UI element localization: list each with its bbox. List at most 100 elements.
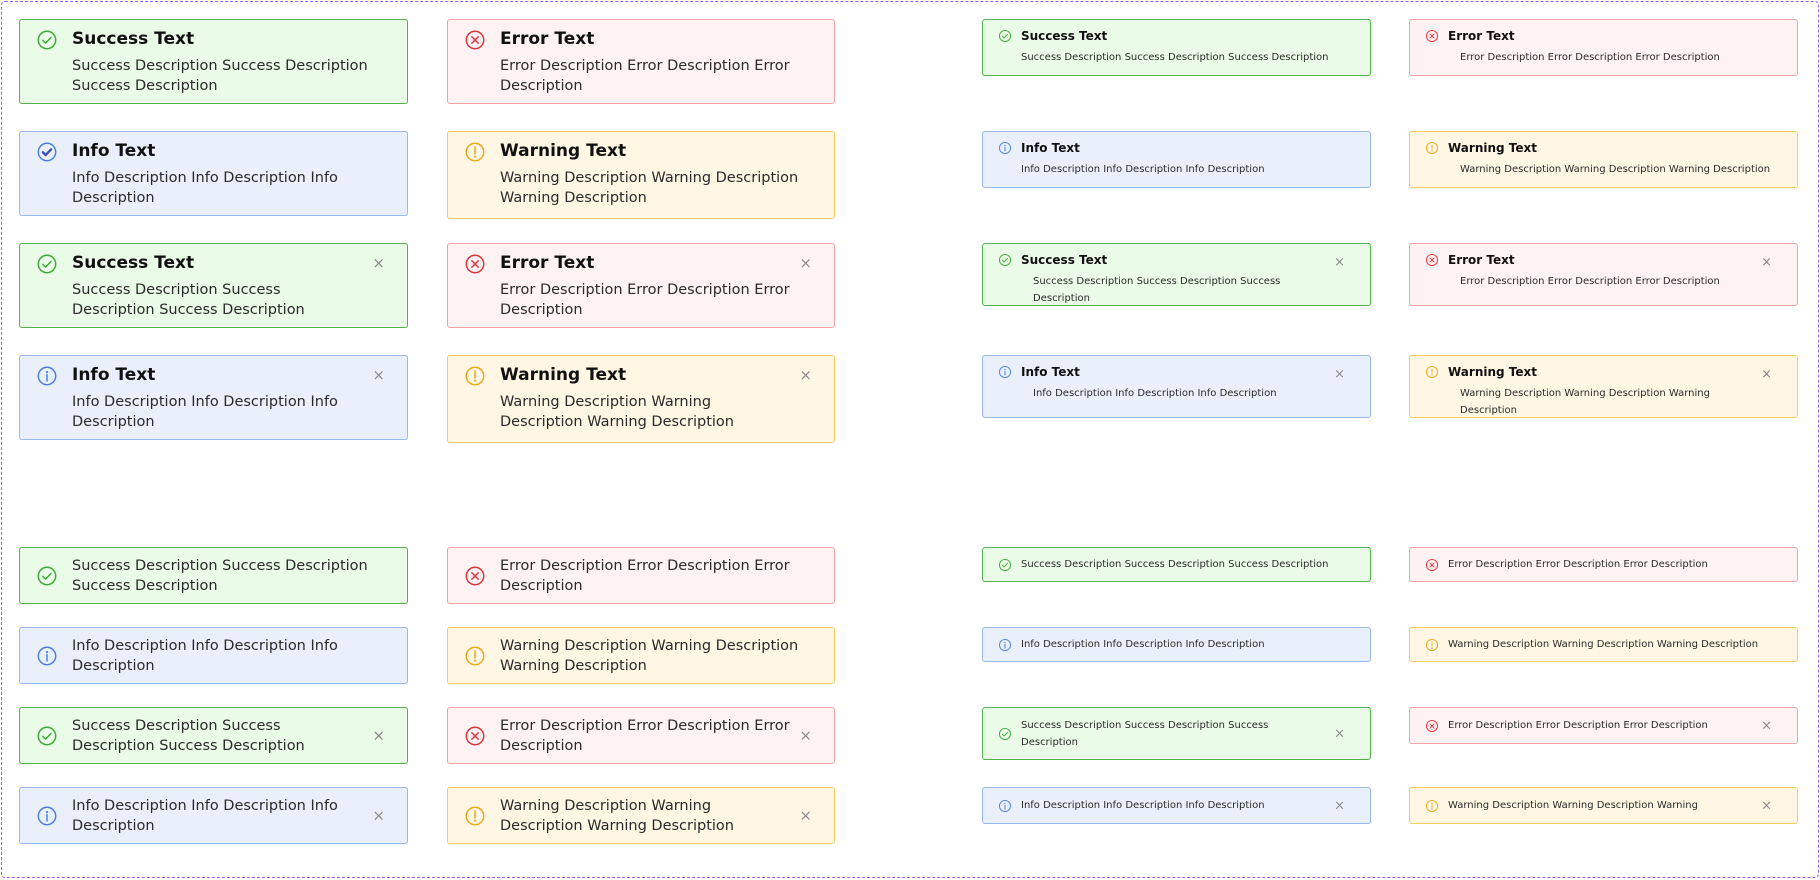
alert-description: Info Description Info Description Info D…: [1021, 164, 1265, 175]
alert-content: Success Text Success Description Success …: [72, 252, 397, 320]
alert-description: Info Description Info Description Info D…: [72, 170, 338, 206]
close-icon[interactable]: ×: [799, 728, 812, 743]
close-icon[interactable]: ×: [372, 256, 385, 271]
alert-content: Info Text Info Description Info Descripti…: [72, 140, 397, 208]
exclamation-circle-icon: [1425, 638, 1439, 652]
info-circle-icon: [998, 799, 1012, 813]
alert-content: Warning Text Warning Description Warning …: [1448, 364, 1787, 419]
close-icon[interactable]: ×: [372, 808, 385, 823]
alert-content: Warning Description Warning Description …: [1448, 636, 1787, 653]
success-alert: Success Description Success Description …: [982, 547, 1371, 582]
close-icon[interactable]: ×: [1334, 727, 1345, 740]
alert-content: Error Text Error Description Error Descri…: [500, 28, 824, 96]
alert-title: Error Text: [1448, 253, 1515, 267]
close-icon[interactable]: ×: [372, 728, 385, 743]
x-circle-icon: [464, 565, 486, 587]
alert-description: Info Description Info Description Info D…: [1021, 800, 1265, 811]
alert-title: Warning Text: [1448, 365, 1537, 379]
error-alert: Error Text Error Description Error Descri…: [447, 19, 835, 104]
alert-content: Error Text Error Description Error Descri…: [1448, 28, 1787, 66]
warning-alert: Warning Description Warning Description …: [1409, 787, 1798, 824]
alert-content: Success Text Success Description Success …: [72, 28, 397, 96]
check-circle-icon: [998, 253, 1012, 267]
alert-content: Info Text Info Description Info Descripti…: [1021, 364, 1360, 402]
info-alert: Info Text Info Description Info Descripti…: [19, 131, 408, 216]
close-icon[interactable]: ×: [1761, 799, 1772, 812]
alert-description: Success Description Success Description …: [72, 58, 368, 94]
alert-description: Info Description Info Description Info D…: [72, 637, 338, 674]
info-alert: Info Text Info Description Info Descripti…: [982, 355, 1371, 418]
alert-description: Info Description Info Description Info D…: [72, 797, 338, 834]
alert-title: Error Text: [1448, 29, 1515, 43]
alert-content: Warning Description Warning Description …: [500, 636, 824, 676]
success-alert: Success Description Success Description …: [982, 707, 1371, 760]
info-alert: Info Description Info Description Info D…: [982, 627, 1371, 662]
alert-content: Info Text Info Description Info Descripti…: [1021, 140, 1360, 178]
exclamation-circle-icon: [464, 365, 486, 387]
exclamation-circle-icon: [1425, 141, 1439, 155]
warning-alert: Warning Description Warning Description …: [1409, 627, 1798, 662]
alert-description: Warning Description Warning Description …: [500, 797, 734, 834]
info-alert: Info Text Info Description Info Descripti…: [982, 131, 1371, 188]
close-icon[interactable]: ×: [1334, 368, 1345, 381]
alert-content: Success Description Success Description …: [72, 716, 397, 756]
info-circle-icon: [998, 141, 1012, 155]
x-circle-icon: [464, 253, 486, 275]
alert-description: Success Description Success Description …: [72, 717, 305, 754]
success-alert: Success Description Success Description …: [19, 707, 408, 764]
alert-title: Error Text: [500, 253, 595, 273]
alert-content: Info Description Info Description Info D…: [1021, 636, 1360, 653]
exclamation-circle-icon: [464, 645, 486, 667]
alert-description: Error Description Error Description Erro…: [500, 58, 790, 94]
close-icon[interactable]: ×: [1334, 799, 1345, 812]
alert-description: Error Description Error Description Erro…: [1460, 276, 1720, 287]
info-alert: Info Description Info Description Info D…: [19, 787, 408, 844]
alert-title: Error Text: [500, 29, 595, 49]
check-circle-icon: [998, 558, 1012, 572]
alert-content: Error Description Error Description Erro…: [500, 716, 824, 756]
alert-content: Error Description Error Description Erro…: [1448, 556, 1787, 573]
close-icon[interactable]: ×: [799, 368, 812, 383]
alert-content: Warning Text Warning Description Warning …: [500, 364, 824, 432]
alert-content: Warning Text Warning Description Warning …: [500, 140, 824, 208]
success-alert: Success Text Success Description Success …: [982, 243, 1371, 306]
success-alert: Success Text Success Description Success …: [982, 19, 1371, 76]
check-circle-icon: [36, 29, 58, 51]
alert-content: Error Description Error Description Erro…: [1448, 717, 1787, 734]
info-circle-icon: [998, 365, 1012, 379]
alert-content: Error Description Error Description Erro…: [500, 556, 824, 596]
x-circle-icon: [1425, 253, 1439, 267]
alert-description: Warning Description Warning Description …: [1448, 800, 1698, 811]
close-icon[interactable]: ×: [799, 256, 812, 271]
alert-title: Success Text: [72, 253, 195, 273]
info-alert: Info Description Info Description Info D…: [982, 787, 1371, 824]
error-alert: Error Description Error Description Erro…: [1409, 707, 1798, 744]
close-icon[interactable]: ×: [1334, 256, 1345, 269]
alert-content: Success Description Success Description …: [1021, 556, 1360, 573]
alert-content: Success Text Success Description Success …: [1021, 252, 1360, 307]
error-alert: Error Description Error Description Erro…: [447, 547, 835, 604]
exclamation-circle-icon: [1425, 365, 1439, 379]
alert-title: Info Text: [1021, 141, 1080, 155]
exclamation-circle-icon: [1425, 799, 1439, 813]
alert-title: Warning Text: [500, 365, 627, 385]
warning-alert: Warning Text Warning Description Warning …: [1409, 355, 1798, 418]
close-icon[interactable]: ×: [1761, 719, 1772, 732]
success-alert: Success Text Success Description Success …: [19, 243, 408, 328]
alert-content: Warning Description Warning Description …: [500, 796, 824, 836]
alert-content: Success Description Success Description …: [1021, 717, 1360, 751]
alert-description: Info Description Info Description Info D…: [1021, 639, 1265, 650]
alert-title: Info Text: [72, 141, 156, 161]
alert-description: Error Description Error Description Erro…: [500, 282, 790, 318]
close-icon[interactable]: ×: [1761, 368, 1772, 381]
success-alert: Success Description Success Description …: [19, 547, 408, 604]
alert-content: Info Text Info Description Info Descripti…: [72, 364, 397, 432]
close-icon[interactable]: ×: [372, 368, 385, 383]
close-icon[interactable]: ×: [799, 808, 812, 823]
alert-content: Warning Text Warning Description Warning …: [1448, 140, 1787, 178]
alert-content: Info Description Info Description Info D…: [72, 636, 397, 676]
alert-description: Warning Description Warning Description …: [500, 170, 799, 206]
x-circle-icon: [1425, 558, 1439, 572]
alert-description: Info Description Info Description Info D…: [1033, 388, 1277, 399]
close-icon[interactable]: ×: [1761, 256, 1772, 269]
